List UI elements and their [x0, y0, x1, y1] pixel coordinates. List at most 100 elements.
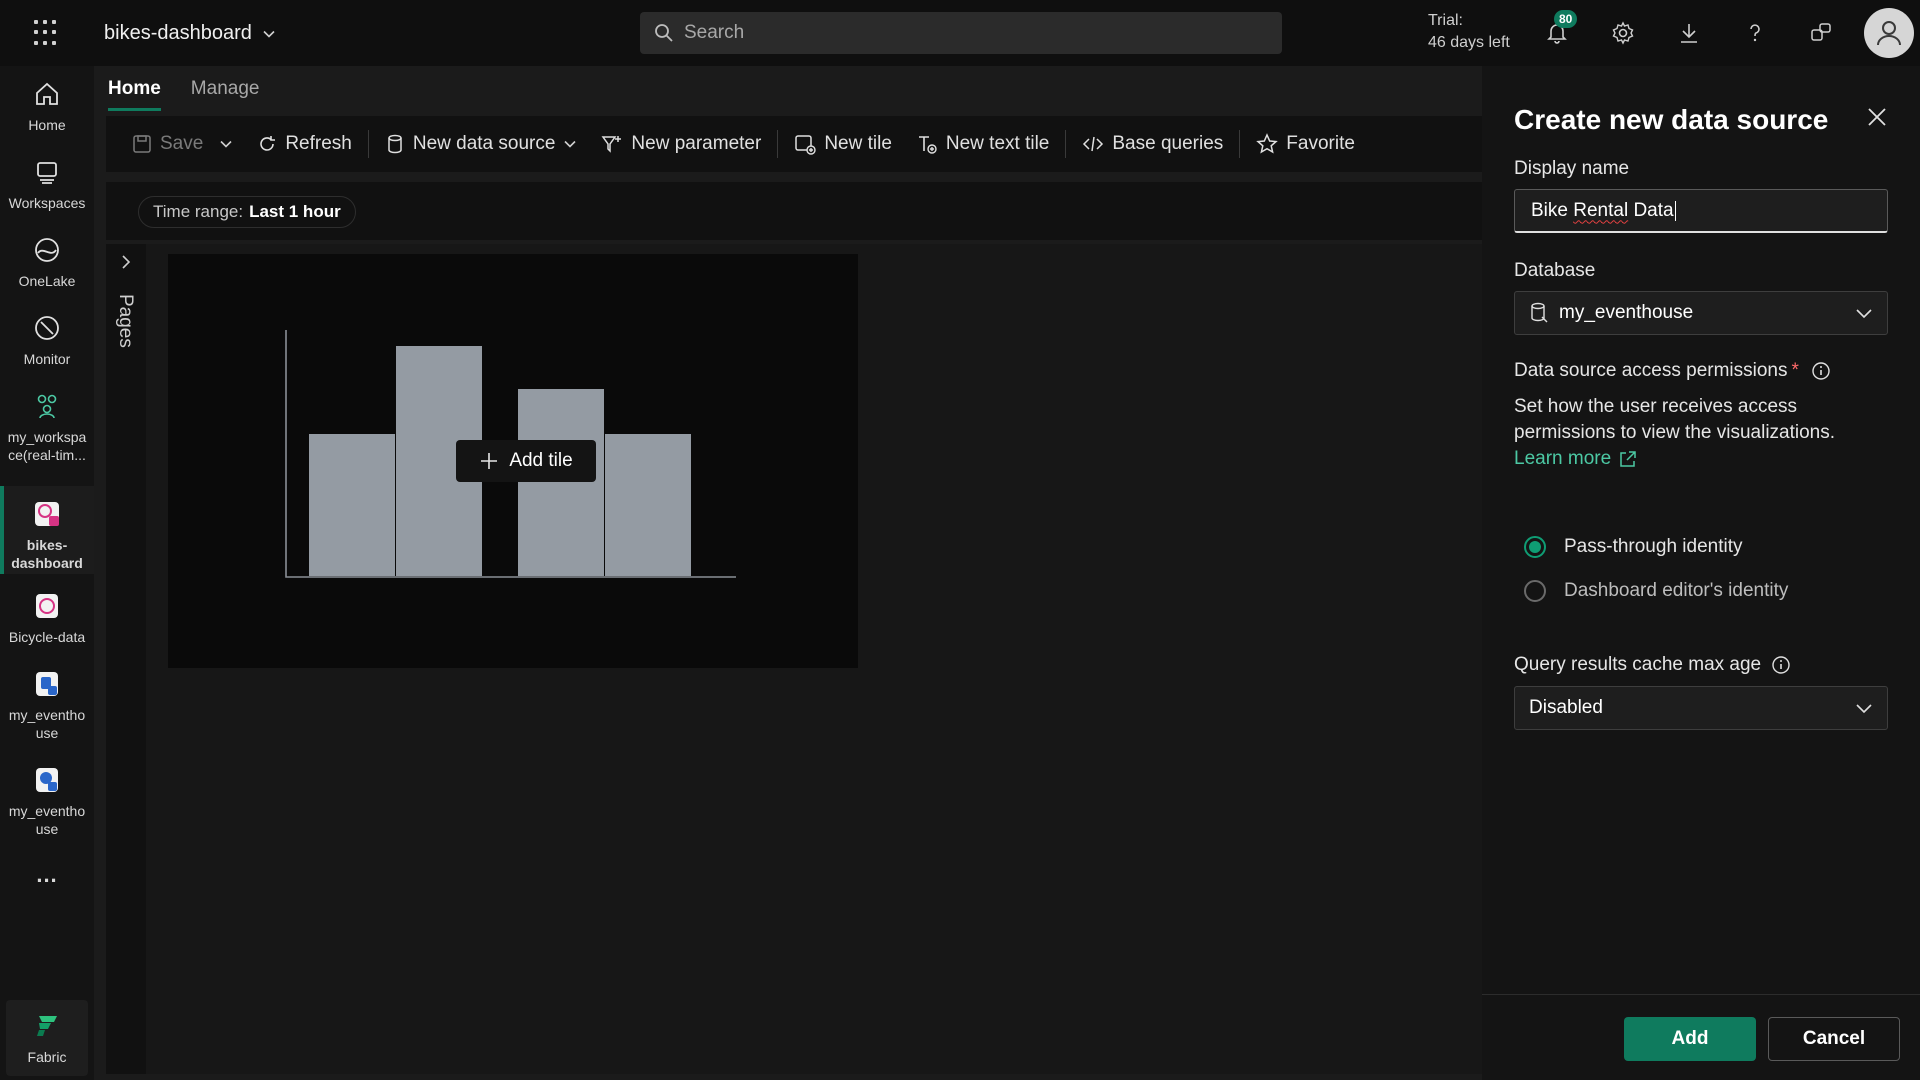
- close-icon: [1868, 108, 1886, 126]
- chevron-down-icon: [263, 30, 275, 38]
- create-data-source-panel: Create new data source Display name Bike…: [1482, 66, 1920, 1080]
- nav-bicycle-data[interactable]: Bicycle-data: [0, 590, 94, 646]
- time-range-prefix: Time range:: [153, 202, 244, 221]
- trial-label: Trial:: [1428, 12, 1463, 29]
- add-button[interactable]: Add: [1624, 1017, 1756, 1061]
- new-text-tile-label: New text tile: [945, 133, 1050, 154]
- refresh-icon: [260, 136, 276, 151]
- avatar[interactable]: [1864, 8, 1914, 58]
- chevron-down-icon: [1856, 309, 1872, 319]
- chevron-down-icon: [564, 140, 576, 148]
- time-range-filter[interactable]: Time range: Last 1 hour: [138, 196, 356, 228]
- dashboard-icon: [31, 498, 63, 530]
- nav-home[interactable]: Home: [0, 78, 94, 134]
- app-launcher-icon[interactable]: [34, 20, 60, 46]
- chevron-down-icon: [1856, 704, 1872, 714]
- new-tile-button[interactable]: New tile: [782, 124, 904, 164]
- permissions-description-text: Set how the user receives access permiss…: [1514, 396, 1836, 443]
- fabric-label: Fabric: [27, 1049, 67, 1065]
- user-icon: [1877, 21, 1901, 46]
- display-name-field[interactable]: Bike Rental Data: [1514, 189, 1888, 233]
- nav-more-button[interactable]: ...: [0, 864, 94, 886]
- radio-button-unchecked[interactable]: [1524, 580, 1546, 602]
- nav-onelake[interactable]: OneLake: [0, 234, 94, 290]
- settings-button[interactable]: [1608, 18, 1638, 48]
- nav-onelake-label: OneLake: [18, 273, 76, 289]
- pages-label: Pages: [115, 294, 136, 348]
- radio-editor-identity[interactable]: Dashboard editor's identity: [1524, 580, 1788, 602]
- nav-bikes-dashboard[interactable]: bikes- dashboard: [0, 486, 94, 574]
- radio-button-checked[interactable]: [1524, 536, 1546, 558]
- fabric-switcher[interactable]: Fabric: [6, 1000, 88, 1076]
- cancel-button[interactable]: Cancel: [1768, 1017, 1900, 1061]
- cache-value: Disabled: [1529, 697, 1603, 718]
- refresh-button[interactable]: Refresh: [245, 124, 364, 164]
- app-title: bikes-dashboard: [104, 22, 252, 44]
- tab-home[interactable]: Home: [108, 78, 161, 111]
- new-parameter-label: New parameter: [631, 133, 762, 154]
- nav-my-eventhouse-2[interactable]: my_eventho use: [0, 764, 94, 838]
- nav-workspaces[interactable]: Workspaces: [0, 156, 94, 212]
- trial-status[interactable]: Trial: 46 days left: [1428, 10, 1510, 54]
- add-tile-button[interactable]: Add tile: [456, 440, 596, 482]
- workspaces-icon: [31, 156, 63, 188]
- new-tile-label: New tile: [824, 133, 892, 154]
- save-button[interactable]: Save: [120, 124, 245, 164]
- permissions-label: Data source access permissions: [1514, 360, 1788, 381]
- search-icon: [655, 24, 673, 42]
- learn-more-label: Learn more: [1514, 448, 1612, 469]
- database-select[interactable]: my_eventhouse: [1514, 291, 1888, 335]
- nav-bikes-dashboard-label-1: bikes-: [26, 537, 68, 553]
- radio-passthrough-identity[interactable]: Pass-through identity: [1524, 536, 1743, 558]
- nav-monitor-label: Monitor: [23, 351, 71, 367]
- download-icon: [1681, 24, 1697, 43]
- info-icon[interactable]: [1771, 655, 1791, 675]
- cache-max-age-select[interactable]: Disabled: [1514, 686, 1888, 730]
- panel-title: Create new data source: [1514, 104, 1829, 135]
- app-title-dropdown[interactable]: bikes-dashboard: [104, 22, 276, 45]
- plus-icon: [481, 453, 498, 469]
- cache-label-row: Query results cache max age: [1514, 654, 1791, 676]
- add-tile-label: Add tile: [509, 450, 573, 471]
- chevron-right-icon[interactable]: [118, 254, 134, 270]
- base-queries-button[interactable]: Base queries: [1070, 124, 1235, 164]
- permissions-description: Set how the user receives access permiss…: [1514, 394, 1894, 472]
- chevron-down-icon: [220, 140, 232, 148]
- pages-pane[interactable]: Pages: [106, 244, 146, 1074]
- nav-my-eventhouse-1-label-2: use: [35, 725, 59, 741]
- parameter-bar: Time range: Last 1 hour: [106, 182, 1482, 240]
- database-value: my_eventhouse: [1559, 302, 1694, 323]
- nav-my-eventhouse-1-label-1: my_eventho: [8, 707, 86, 723]
- base-queries-label: Base queries: [1112, 133, 1224, 154]
- new-parameter-button[interactable]: New parameter: [589, 124, 773, 164]
- nav-my-workspace[interactable]: my_workspa ce(real-tim...: [0, 390, 94, 464]
- help-button[interactable]: [1740, 18, 1770, 48]
- favorite-button[interactable]: Favorite: [1244, 124, 1367, 164]
- empty-tile-placeholder: Add tile: [168, 254, 858, 668]
- notification-count-badge: 80: [1554, 10, 1578, 28]
- panel-footer: Add Cancel: [1482, 994, 1920, 1080]
- eventhouse-icon: [31, 668, 63, 700]
- new-data-source-button[interactable]: New data source: [373, 124, 590, 164]
- external-link-icon: [1620, 451, 1636, 467]
- nav-monitor[interactable]: Monitor: [0, 312, 94, 368]
- close-panel-button[interactable]: [1866, 106, 1888, 133]
- feedback-icon: [1811, 23, 1831, 41]
- info-icon[interactable]: [1811, 361, 1831, 381]
- tab-manage[interactable]: Manage: [191, 78, 260, 111]
- learn-more-link[interactable]: Learn more: [1514, 446, 1637, 472]
- display-name-word-3: Data: [1633, 199, 1674, 221]
- nav-my-eventhouse-2-label-2: use: [35, 821, 59, 837]
- nav-bikes-dashboard-label-2: dashboard: [11, 555, 83, 571]
- code-icon: [1083, 136, 1104, 152]
- download-button[interactable]: [1674, 18, 1704, 48]
- share-feedback-button[interactable]: [1806, 18, 1836, 48]
- home-icon: [31, 78, 63, 110]
- kql-database-icon: [31, 764, 63, 796]
- nav-my-eventhouse-1[interactable]: my_eventho use: [0, 668, 94, 742]
- search-input[interactable]: Search: [640, 12, 1282, 54]
- permissions-label-row: Data source access permissions *: [1514, 360, 1831, 382]
- toolbar-divider: [1239, 130, 1241, 158]
- radio-passthrough-label: Pass-through identity: [1564, 536, 1743, 557]
- new-text-tile-button[interactable]: New text tile: [904, 124, 1061, 164]
